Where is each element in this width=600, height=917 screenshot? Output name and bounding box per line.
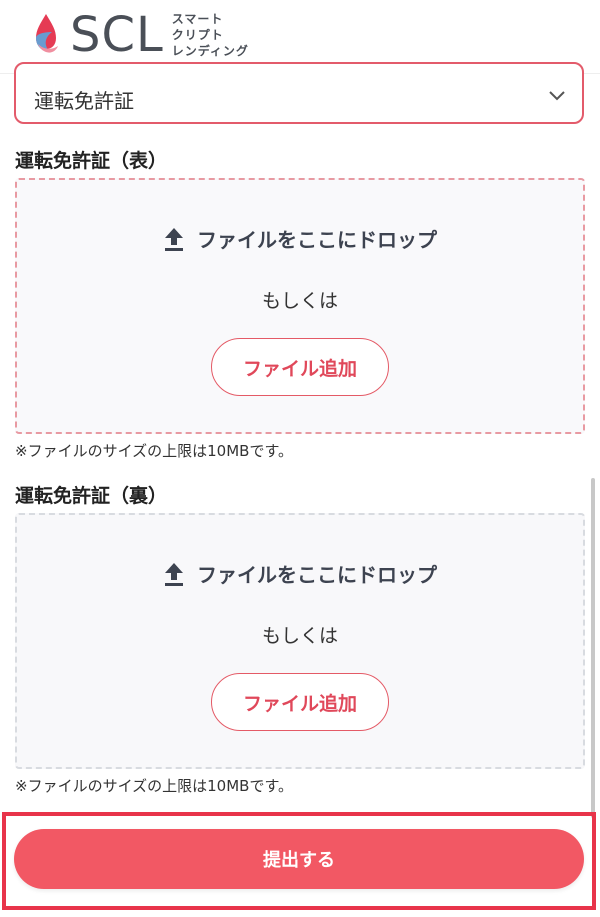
logo-sub-line: クリプト bbox=[171, 28, 224, 42]
scrollbar-thumb[interactable] bbox=[591, 478, 595, 818]
back-or-text: もしくは bbox=[261, 625, 338, 647]
id-type-select-value: 運転免許証 bbox=[34, 88, 134, 113]
front-upload-label: 運転免許証（表） bbox=[15, 150, 168, 172]
front-size-note: ※ファイルのサイズの上限は10MBです。 bbox=[15, 442, 293, 460]
back-size-note: ※ファイルのサイズの上限は10MBです。 bbox=[15, 777, 293, 795]
logo-drop-icon bbox=[36, 14, 58, 53]
scl-logo[interactable]: SCL スマート クリプト レンディング bbox=[28, 6, 249, 64]
back-drop-text: ファイルをここにドロップ bbox=[197, 563, 437, 587]
chevron-down-icon bbox=[549, 91, 565, 101]
front-drop-text: ファイルをここにドロップ bbox=[197, 228, 437, 252]
back-dropzone[interactable]: ファイルをここにドロップ もしくは ファイル追加 bbox=[15, 513, 585, 769]
logo-sub-line: スマート bbox=[171, 12, 224, 26]
upload-icon bbox=[165, 562, 183, 586]
front-dropzone[interactable]: ファイルをここにドロップ もしくは ファイル追加 bbox=[15, 178, 585, 434]
id-type-select[interactable]: 運転免許証 bbox=[14, 62, 584, 124]
submit-button[interactable]: 提出する bbox=[14, 829, 584, 889]
logo-subtitle: スマート クリプト レンディング bbox=[172, 11, 249, 59]
front-or-text: もしくは bbox=[261, 290, 338, 312]
front-drop-text-row: ファイルをここにドロップ bbox=[17, 224, 583, 253]
logo-wordmark: SCL bbox=[70, 7, 164, 63]
back-add-file-button[interactable]: ファイル追加 bbox=[211, 673, 389, 731]
back-upload-label: 運転免許証（裏） bbox=[15, 485, 168, 507]
upload-icon bbox=[165, 227, 183, 251]
front-add-file-button[interactable]: ファイル追加 bbox=[211, 338, 389, 396]
back-drop-text-row: ファイルをここにドロップ bbox=[17, 559, 583, 588]
logo-sub-line: レンディング bbox=[171, 44, 249, 58]
